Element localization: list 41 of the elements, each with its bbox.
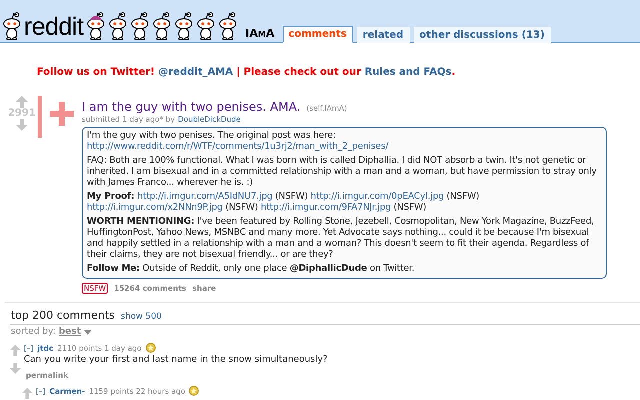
- post-score: 2991: [8, 108, 36, 119]
- reddit-logo[interactable]: reddit: [24, 14, 84, 40]
- link[interactable]: http://i.imgur.com/x2NNn9P.jpg: [87, 203, 223, 213]
- mascot-icon: [108, 12, 128, 40]
- downvote-icon[interactable]: [10, 363, 21, 374]
- link[interactable]: Rules and FAQs: [364, 67, 452, 78]
- paragraph: WORTH MENTIONING: I've been featured by Rolling Stone, Jezebell, Cosmopolitan, New York Magazine, BuzzFeed, HuffingtonPost, Yahoo News, MSNBC and many more. Yet Advocate says nothing... could it be because I'm bisexual and happily settled in a relationship with a man and a woman? This doesn't seem to fit their agenda. Regardless of their claims, they are not bisexual friendly... or are they?: [87, 217, 596, 261]
- tab[interactable]: other discussions (13): [414, 27, 551, 43]
- upvote-icon[interactable]: [22, 388, 33, 399]
- tab[interactable]: comments: [282, 26, 353, 43]
- sort-dropdown[interactable]: best: [58, 327, 82, 337]
- comment-text: Can you write your first and last name in the snow simultaneously?: [24, 355, 328, 365]
- plus-icon: [50, 102, 74, 126]
- mascot-icon: [196, 12, 216, 40]
- link[interactable]: http://i.imgur.com/9FA7NJr.jpg: [260, 203, 392, 213]
- paragraph: I'm the guy with two penises. The original post was here: http://www.reddit.com/r/WTF/comments/1u3rj2/man_with_2_penises/: [87, 131, 390, 153]
- comments-heading: top 200 comments: [11, 309, 116, 322]
- subreddit-name[interactable]: IAmA: [246, 27, 275, 40]
- paragraph: Follow Me: Outside of Reddit, only one place @DiphallicDude on Twitter.: [87, 264, 416, 275]
- mascot-icon: [152, 12, 172, 40]
- post-title[interactable]: I am the guy with two penises. AMA.: [82, 100, 301, 114]
- downvote-icon[interactable]: [16, 119, 28, 131]
- caret-icon[interactable]: [84, 330, 92, 334]
- upvote-icon[interactable]: [16, 96, 28, 108]
- mascot-icon: [130, 12, 150, 40]
- tab[interactable]: related: [356, 27, 410, 43]
- paragraph: My Proof: http://i.imgur.com/A5IdNU7.jpg (NSFW) http://i.imgur.com/0pEACyI.jpg (NSFW) http://i.imgur.com/x2NNn9P.jpg (NSFW) http://i.imgur.com/9FA7NJr.jpg (NSFW): [87, 192, 480, 214]
- upvote-icon[interactable]: [10, 345, 21, 356]
- mascot-icon: [174, 12, 194, 40]
- link[interactable]: http://i.imgur.com/0pEACyI.jpg: [310, 192, 444, 202]
- link[interactable]: http://i.imgur.com/A5IdNU7.jpg: [138, 192, 273, 202]
- sort-label: sorted by:: [11, 327, 56, 337]
- show-more-link[interactable]: show 500: [121, 312, 162, 322]
- link[interactable]: @reddit_AMA: [158, 67, 234, 78]
- mascot-icon: [218, 12, 238, 40]
- announcement: Follow us on Twitter! @reddit_AMA | Please check out our Rules and FAQs.: [37, 67, 456, 78]
- thumbnail-bar: [38, 96, 42, 138]
- link[interactable]: http://www.reddit.com/r/WTF/comments/1u3rj2/man_with_2_penises/: [87, 142, 388, 152]
- mascot-icon: [2, 12, 22, 40]
- mascot-icon: [86, 12, 106, 40]
- paragraph: FAQ: Both are 100% functional. What I was born with is called Diphallia. I did NOT absorb a twin. It's not genetic or inherited. I am bisexual and in a committed relationship with a man and a woman, but have permission to stray only with James Franco... wherever he is. :): [87, 156, 598, 189]
